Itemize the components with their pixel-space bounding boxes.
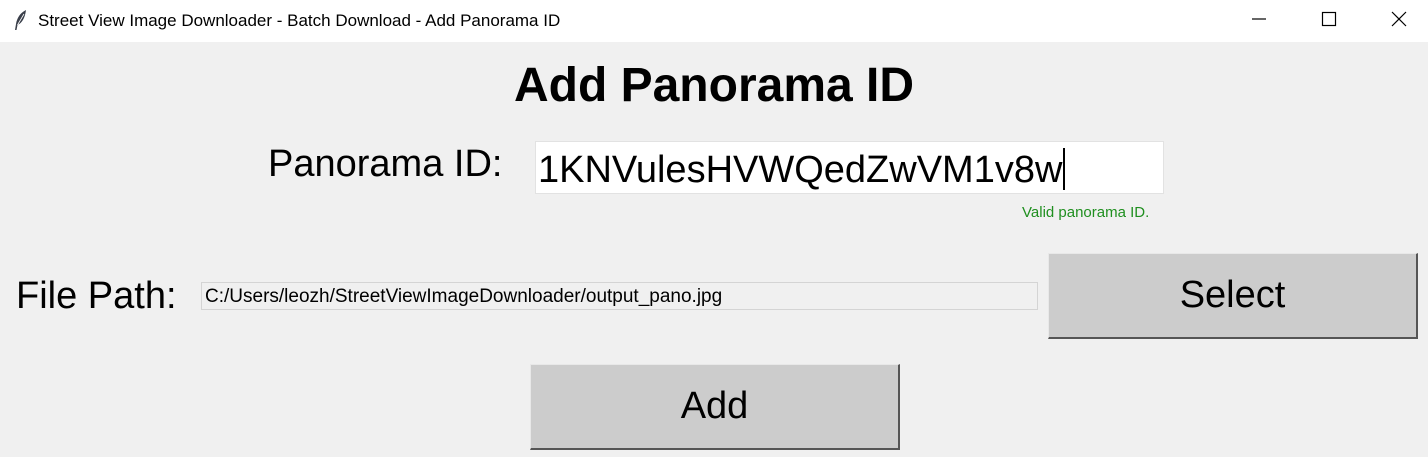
title-bar: Street View Image Downloader - Batch Dow… [0,0,1428,42]
maximize-icon [1321,11,1337,32]
page-title: Add Panorama ID [513,59,915,112]
add-button[interactable]: Add [530,364,900,450]
text-caret [1063,148,1065,190]
maximize-button[interactable] [1294,0,1364,42]
file-path-field[interactable]: C:/Users/leozh/StreetViewImageDownloader… [201,282,1038,310]
select-button[interactable]: Select [1048,253,1418,339]
panorama-id-input[interactable]: 1KNVulesHVWQedZwVM1v8w [535,141,1164,194]
close-icon [1391,11,1407,32]
minimize-button[interactable] [1224,0,1294,42]
file-path-label: File Path: [16,275,177,317]
file-path-value: C:/Users/leozh/StreetViewImageDownloader… [205,286,723,307]
validation-message: Valid panorama ID. [1022,204,1150,221]
minimize-icon [1251,11,1267,32]
window-title: Street View Image Downloader - Batch Dow… [38,11,561,30]
panorama-id-value: 1KNVulesHVWQedZwVM1v8w [538,149,1063,191]
feather-icon [12,9,30,31]
panorama-id-label: Panorama ID: [268,143,503,185]
close-button[interactable] [1364,0,1428,42]
